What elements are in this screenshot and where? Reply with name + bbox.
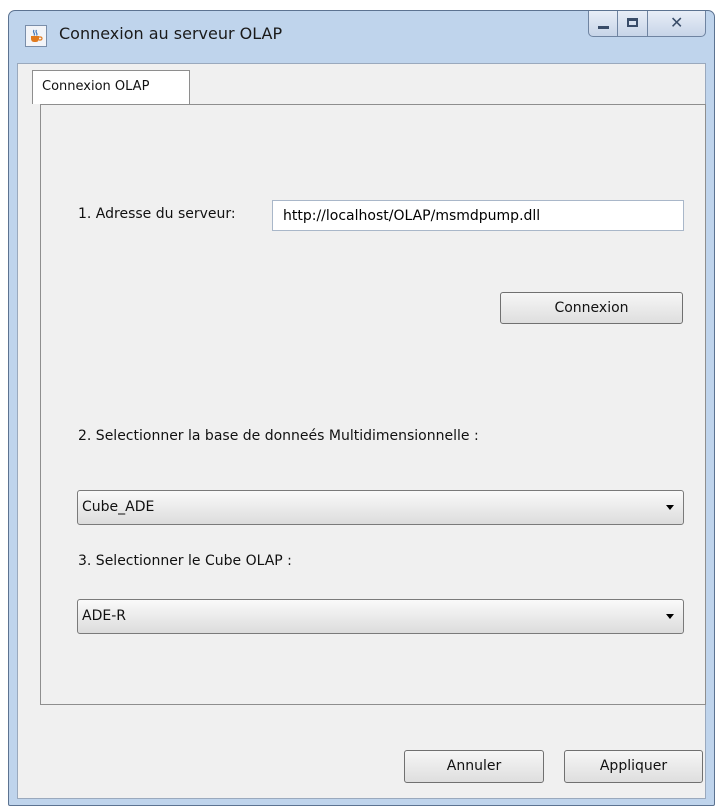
cube-dropdown[interactable]: ADE-R: [77, 599, 684, 634]
database-label: 2. Selectionner la base de donneés Multi…: [78, 428, 479, 444]
tab-label: Connexion OLAP: [42, 79, 150, 94]
close-button[interactable]: ✕: [648, 11, 706, 37]
window-controls: ✕: [588, 11, 706, 39]
database-dropdown[interactable]: Cube_ADE: [77, 490, 684, 525]
database-selected-value: Cube_ADE: [82, 499, 155, 515]
window-title: Connexion au serveur OLAP: [59, 24, 283, 43]
chevron-down-icon: [666, 505, 674, 510]
cube-label: 3. Selectionner le Cube OLAP :: [78, 553, 292, 569]
connect-button[interactable]: Connexion: [500, 292, 683, 324]
minimize-icon: [598, 26, 609, 29]
tab-connexion-olap[interactable]: Connexion OLAP: [32, 70, 190, 104]
java-coffee-cup-icon: [25, 25, 47, 47]
server-address-input[interactable]: [272, 200, 684, 231]
chevron-down-icon: [666, 614, 674, 619]
cancel-button[interactable]: Annuler: [404, 750, 544, 783]
maximize-icon: [627, 18, 638, 27]
cube-selected-value: ADE-R: [82, 608, 126, 624]
apply-button[interactable]: Appliquer: [564, 750, 703, 783]
close-icon: ✕: [670, 13, 684, 32]
minimize-button[interactable]: [588, 11, 618, 37]
title-bar[interactable]: Connexion au serveur OLAP ✕: [9, 11, 714, 63]
maximize-button[interactable]: [618, 11, 648, 37]
server-address-label: 1. Adresse du serveur:: [78, 206, 236, 222]
